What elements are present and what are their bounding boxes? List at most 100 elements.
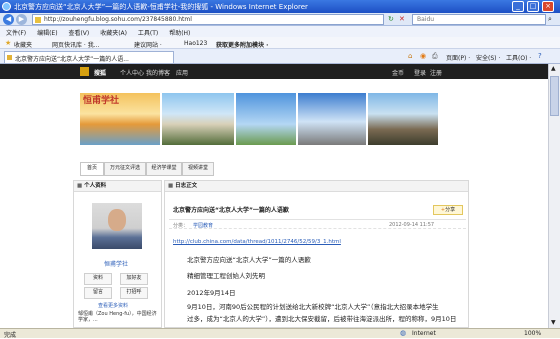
profile-bio: 邹恒甫（Zou Heng-fu），中国经济学家，... <box>78 311 157 323</box>
scroll-down-icon[interactable]: ▼ <box>551 319 556 326</box>
profile-info-button[interactable]: 资料 <box>84 273 112 285</box>
body-line-5: 过多，成为“北京人的大学”），遭到北大保安截留，后被带往海淀派出所，程的称称，9… <box>187 315 457 323</box>
nav-apps[interactable]: 应用 <box>176 68 188 77</box>
zoom-level[interactable]: 100% <box>524 330 541 337</box>
body-line-3: 2012年9月14日 <box>187 289 236 297</box>
article-panel: ■ 日志正文 北京警方应向送“北京人大学”一篇的人语歉 +分享 分类： 学园教育… <box>164 180 469 328</box>
nav-register[interactable]: 注册 <box>430 68 442 77</box>
favorite-item-3[interactable]: Hao123 <box>184 40 207 47</box>
globe-icon: ◍ <box>400 329 407 337</box>
menu-view[interactable]: 查看(V) <box>68 30 89 37</box>
nav-personal-center[interactable]: 个人中心 <box>120 68 144 77</box>
page-menu[interactable]: 页面(P) · <box>446 53 470 62</box>
favorites-star-icon: ★ <box>5 39 12 47</box>
post-title: 北京警方应向送“北京人大学”一篇的人语歉 <box>173 207 289 214</box>
tab-economics-class[interactable]: 经济学课堂 <box>146 162 182 176</box>
body-line-4: 9月10日，河南90后公民程的计划送给北大新校牌“北京人大学”（意指北大招录本地… <box>187 303 439 311</box>
window-title-bar: 北京警方应向送“北京人大学”一篇的人语歉-恒甫学社-我的搜狐 - Windows… <box>0 0 560 13</box>
avatar-face <box>108 209 126 231</box>
tab-video-lectures[interactable]: 视频讲堂 <box>182 162 214 176</box>
favorite-item-1[interactable]: 网页快讯库 · 我... <box>52 40 99 49</box>
back-button[interactable]: ◀ <box>3 14 14 25</box>
url-text: http://zouhengfu.blog.sohu.com/237845880… <box>44 16 192 23</box>
print-icon[interactable]: ⎙ <box>432 52 438 61</box>
tab-home[interactable]: 首页 <box>80 162 104 176</box>
menu-tools[interactable]: 工具(T) <box>138 30 158 37</box>
article-panel-header: ■ 日志正文 <box>165 181 468 192</box>
post-meta-row: 分类： 学园教育 2012-09-14 11:57 <box>169 219 466 229</box>
blog-banner: 恒甫学社 <box>80 91 440 147</box>
scroll-thumb[interactable] <box>550 76 559 116</box>
banner-statue-photo <box>368 93 438 145</box>
page-icon <box>35 17 41 23</box>
greet-button[interactable]: 打招呼 <box>120 287 148 299</box>
address-bar-row: ◀ ▶ http://zouhengfu.blog.sohu.com/23784… <box>0 13 560 26</box>
add-friend-button[interactable]: 加好友 <box>120 273 148 285</box>
post-date: 2012-09-14 11:57 <box>389 222 435 228</box>
vertical-scrollbar[interactable]: ▲ ▼ <box>548 64 560 328</box>
scroll-up-icon[interactable]: ▲ <box>551 65 556 72</box>
menu-bar: 文件(F) 编辑(E) 查看(V) 收藏夹(A) 工具(T) 帮助(H) <box>0 26 560 37</box>
home-icon[interactable]: ⌂ <box>408 52 412 60</box>
sohu-logo-text[interactable]: 搜狐 <box>94 68 106 77</box>
feed-icon[interactable]: ◉ <box>420 52 426 60</box>
status-bar: 完成 ◍ Internet 100% <box>0 328 560 339</box>
nav-my-blog[interactable]: 我的博客 <box>146 68 170 77</box>
profile-panel-header: ■ 个人资料 <box>74 181 161 192</box>
sohu-tab-icon <box>7 55 12 60</box>
article-icon: ■ <box>168 183 174 189</box>
message-button[interactable]: 留言 <box>84 287 112 299</box>
tab-bar: 北京警方应向送“北京人大学”一篇的人语... ⌂ ◉ ⎙ 页面(P) · 安全(… <box>0 49 560 64</box>
window-title: 北京警方应向送“北京人大学”一篇的人语歉-恒甫学社-我的搜狐 - Windows… <box>14 3 308 11</box>
tab-essay-contest[interactable]: 万元征文评选 <box>104 162 146 176</box>
refresh-icon[interactable]: ↻ <box>388 15 394 23</box>
zone-text: Internet <box>412 330 436 337</box>
favorites-button[interactable]: 收藏夹 <box>14 40 32 49</box>
nav-gold[interactable]: 金币 <box>392 68 404 77</box>
search-icon[interactable]: ⌕ <box>548 15 552 24</box>
category-link[interactable]: 学园教育 <box>193 222 213 229</box>
minimize-button[interactable]: _ <box>512 1 524 12</box>
page-content: 搜狐 个人中心 我的博客 应用 金币 登录 注册 恒甫学社 首页 万元征文评选 … <box>0 64 548 328</box>
favorites-bar: ★ 收藏夹 网页快讯库 · 我... 建议网站 · Hao123 获取更多附加模… <box>0 37 560 49</box>
body-paragraph-clip: 9月10日，河南90后公民程的计划送给北大新校牌“北京人大学”（意指北大招录本地… <box>187 301 468 328</box>
category-label: 分类： <box>173 223 189 229</box>
browser-tab[interactable]: 北京警方应向送“北京人大学”一篇的人语... <box>4 51 174 63</box>
banner-building-photo <box>162 93 234 145</box>
tab-label: 北京警方应向送“北京人大学”一篇的人语... <box>15 56 129 63</box>
forward-button[interactable]: ▶ <box>16 14 27 25</box>
favorite-item-2[interactable]: 建议网站 · <box>134 40 162 49</box>
more-info-link[interactable]: 查看更多资料 <box>98 302 128 309</box>
menu-favorites[interactable]: 收藏夹(A) <box>100 30 127 37</box>
profile-title: 个人资料 <box>84 183 107 189</box>
favorite-item-4[interactable]: 获取更多附加模块 · <box>216 40 268 49</box>
profile-name[interactable]: 恒甫学社 <box>104 259 128 268</box>
sohu-logo-icon <box>80 67 89 76</box>
tools-menu[interactable]: 工具(O) · <box>506 53 531 62</box>
banner-sky-photo <box>236 93 296 145</box>
help-icon[interactable]: ? <box>538 52 542 60</box>
nav-login[interactable]: 登录 <box>414 68 426 77</box>
url-field[interactable]: http://zouhengfu.blog.sohu.com/237845880… <box>32 14 384 25</box>
site-nav-bar: 搜狐 个人中心 我的博客 应用 金币 登录 注册 <box>0 64 548 79</box>
body-line-1: 北京警方应向送“北京人大学”一篇的人语歉 <box>187 256 311 264</box>
ie-logo-icon <box>2 2 11 11</box>
maximize-button[interactable]: □ <box>527 1 539 12</box>
profile-sidebar: ■ 个人资料 恒甫学社 资料 加好友 留言 打招呼 查看更多资料 邹恒甫（Zou… <box>73 180 162 328</box>
section-title: 日志正文 <box>175 183 198 189</box>
menu-edit[interactable]: 编辑(E) <box>37 30 57 37</box>
body-line-2: 精细管理工程创始人刘先明 <box>187 272 265 280</box>
banner-city-photo <box>298 93 366 145</box>
safety-menu[interactable]: 安全(S) · <box>476 53 500 62</box>
menu-help[interactable]: 帮助(H) <box>169 30 190 37</box>
source-link[interactable]: http://club.china.com/data/thread/1011/2… <box>173 239 341 245</box>
search-input[interactable]: Baidu <box>412 14 546 25</box>
profile-icon: ■ <box>77 183 83 189</box>
close-button[interactable]: × <box>542 1 554 12</box>
blog-name: 恒甫学社 <box>83 96 120 106</box>
menu-file[interactable]: 文件(F) <box>6 30 26 37</box>
avatar[interactable] <box>92 203 142 249</box>
search-placeholder: Baidu <box>417 16 435 23</box>
share-button[interactable]: +分享 <box>433 205 463 215</box>
stop-icon[interactable]: ✕ <box>399 15 405 23</box>
